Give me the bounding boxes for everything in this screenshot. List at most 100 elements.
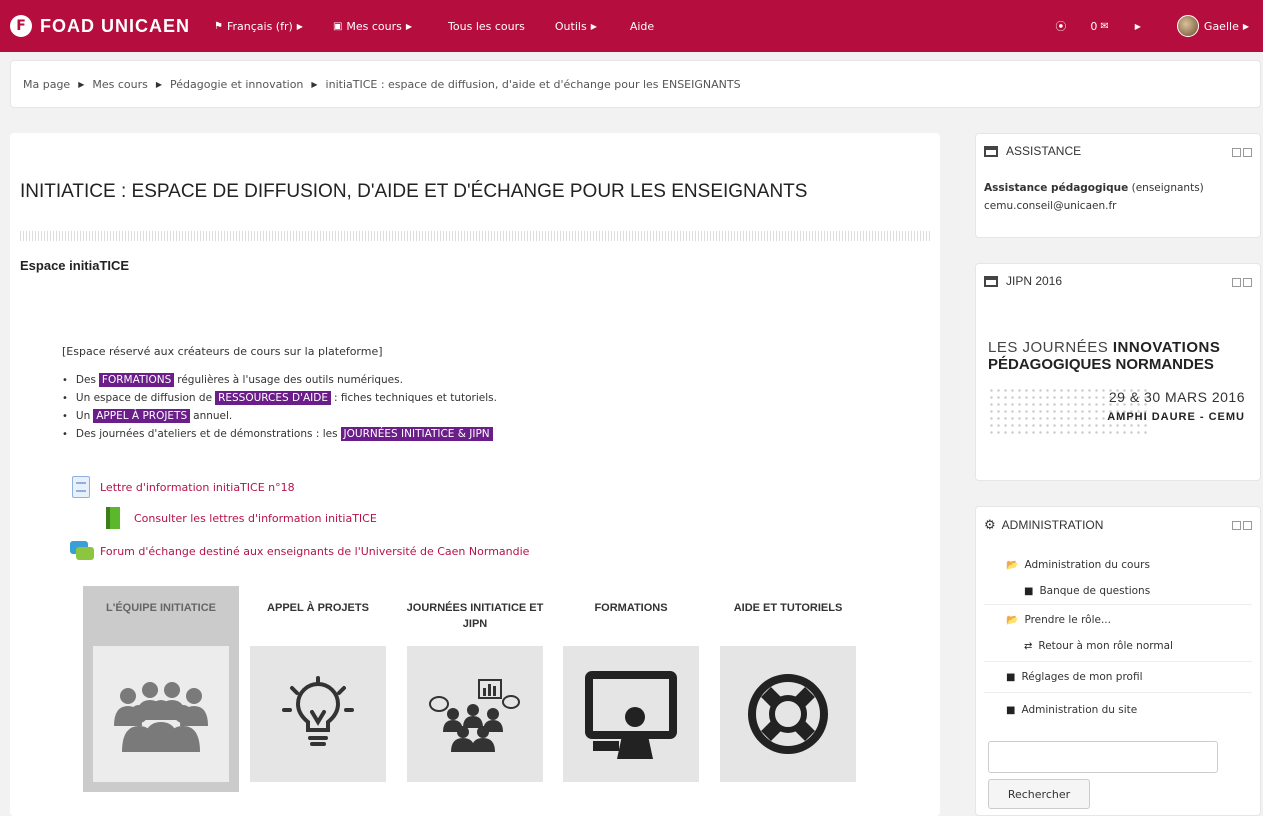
nav-tools-menu[interactable]: Outils ▶ <box>555 20 597 33</box>
team-icon <box>93 646 229 782</box>
banner-line2: PÉDAGOGIQUES NORMANDES <box>988 356 1214 373</box>
collapse-icon[interactable] <box>1232 148 1241 157</box>
presentation-icon <box>563 646 699 782</box>
nav-my-courses-menu[interactable]: ▣ Mes cours ▶ <box>333 20 412 33</box>
nav-help-link[interactable]: Aide <box>630 20 654 33</box>
block-header: JIPN 2016 <box>984 274 1062 288</box>
list-item-text: : fiches techniques et tutoriels. <box>333 392 497 404</box>
file-icon <box>72 476 90 498</box>
lifebuoy-nav-icon[interactable]: ⦿ <box>1055 18 1066 34</box>
tile-call-for-projects[interactable]: APPEL À PROJETS <box>240 586 396 792</box>
brand-name: FOAD UNICAEN <box>40 15 190 36</box>
breadcrumb: Ma page ▶ Mes cours ▶ Pédagogie et innov… <box>10 60 1261 108</box>
brand-link[interactable]: F FOAD UNICAEN <box>10 15 190 37</box>
list-item: Un espace de diffusion de RESSOURCES D'A… <box>62 389 497 407</box>
collapse-icon[interactable] <box>1232 278 1241 287</box>
caret-right-icon: ▶ <box>1242 21 1249 31</box>
section-intro: [Espace réservé aux créateurs de cours s… <box>62 345 383 358</box>
newsletter-resource[interactable]: Lettre d'information initiaTICE n°18 <box>72 476 295 498</box>
messages-menu[interactable]: 0 ✉ <box>1090 20 1112 33</box>
admin-tree: 📂 Administration du cours ■ Banque de qu… <box>984 552 1252 727</box>
resources-tag-link[interactable]: RESSOURCES D'AIDE <box>215 391 331 405</box>
caret-right-icon: ▶ <box>1134 21 1141 31</box>
breadcrumb-separator-icon: ▶ <box>155 79 163 89</box>
tile-team[interactable]: L'ÉQUIPE INITIATICE <box>83 586 239 792</box>
admin-search-input[interactable] <box>988 741 1218 773</box>
nav-all-courses-link[interactable]: Tous les cours <box>448 20 525 33</box>
window-icon <box>984 275 998 287</box>
jipn-banner[interactable]: LES JOURNÉES INNOVATIONS PÉDAGOGIQUES NO… <box>988 339 1253 437</box>
banner-line1-light: LES JOURNÉES <box>988 339 1109 356</box>
folder-icon: ■ <box>1006 671 1016 683</box>
tile-help[interactable]: AIDE ET TUTORIELS <box>710 586 866 792</box>
briefcase-icon: ▣ <box>332 20 343 32</box>
user-menu[interactable]: Gaelle ▶ <box>1176 15 1249 37</box>
journees-tag-link[interactable]: JOURNÉES INITIATICE & JIPN <box>340 427 493 441</box>
breadcrumb-my-courses[interactable]: Mes cours <box>92 78 148 91</box>
nav-my-courses-label: Mes cours <box>346 19 402 33</box>
tile-formations[interactable]: FORMATIONS <box>553 586 709 792</box>
book-link[interactable]: Consulter les lettres d'information init… <box>134 512 377 525</box>
formations-tag-link[interactable]: FORMATIONS <box>98 373 175 387</box>
administration-block: ⚙ ADMINISTRATION 📂 Administration du cou… <box>975 506 1261 816</box>
page-title: INITIATICE : ESPACE DE DIFFUSION, D'AIDE… <box>20 181 808 202</box>
lightbulb-icon <box>250 646 386 782</box>
newsletter-link[interactable]: Lettre d'information initiaTICE n°18 <box>100 481 295 494</box>
breadcrumb-category[interactable]: Pédagogie et innovation <box>170 78 303 91</box>
admin-course-item[interactable]: 📂 Administration du cours <box>1006 552 1252 578</box>
banner-dates: 29 & 30 MARS 2016 <box>1108 389 1245 405</box>
dock-icon[interactable] <box>1243 278 1252 287</box>
banner-line1-bold: INNOVATIONS <box>1112 339 1221 356</box>
dock-icon[interactable] <box>1243 148 1252 157</box>
assistance-email[interactable]: cemu.conseil@unicaen.fr <box>984 200 1116 212</box>
tile-journees[interactable]: JOURNÉES INITIATICE ET JIPN <box>397 586 553 792</box>
book-resource[interactable]: Consulter les lettres d'information init… <box>106 507 377 529</box>
breadcrumb-course[interactable]: initiaTICE : espace de diffusion, d'aide… <box>326 78 741 91</box>
flag-icon: ⚑ <box>214 20 223 32</box>
collapse-icon[interactable] <box>1232 521 1241 530</box>
list-item-text: Un espace de diffusion de <box>75 392 213 404</box>
book-icon <box>106 507 120 529</box>
breadcrumb-my-page[interactable]: Ma page <box>23 78 70 91</box>
folder-icon: ■ <box>1024 585 1034 597</box>
breadcrumb-separator-icon: ▶ <box>78 79 85 89</box>
admin-item-label: Prendre le rôle... <box>1024 614 1111 626</box>
feature-list: Des FORMATIONS régulières à l'usage des … <box>62 371 497 443</box>
nav-language-menu[interactable]: ⚑ Français (fr) ▶ <box>214 20 303 33</box>
folder-open-icon: 📂 <box>1006 559 1019 571</box>
admin-item-label: Réglages de mon profil <box>1021 671 1143 683</box>
profile-settings-item[interactable]: ■ Réglages de mon profil <box>1006 662 1252 692</box>
question-bank-item[interactable]: ■ Banque de questions <box>1024 578 1252 604</box>
tile-label: L'ÉQUIPE INITIATICE <box>106 602 216 614</box>
list-item-text: régulières à l'usage des outils numériqu… <box>177 374 403 386</box>
dock-icon[interactable] <box>1243 521 1252 530</box>
section-divider <box>20 231 930 241</box>
lifebuoy-icon <box>720 646 856 782</box>
banner-line1: LES JOURNÉES INNOVATIONS <box>988 339 1253 356</box>
block-title: JIPN 2016 <box>1006 274 1063 288</box>
course-main-region: INITIATICE : ESPACE DE DIFFUSION, D'AIDE… <box>10 133 940 816</box>
admin-item-label: Administration du site <box>1021 704 1138 716</box>
site-admin-item[interactable]: ■ Administration du site <box>1006 693 1252 727</box>
switch-role-item[interactable]: 📂 Prendre le rôle... <box>1006 605 1252 635</box>
forum-resource[interactable]: Forum d'échange destiné aux enseignants … <box>70 541 529 561</box>
return-role-item[interactable]: ⇄ Retour à mon rôle normal <box>1024 635 1252 657</box>
search-button[interactable]: Rechercher <box>988 779 1090 809</box>
window-icon <box>984 145 998 157</box>
jipn-block: JIPN 2016 LES JOURNÉES INNOVATIONS PÉDAG… <box>975 263 1261 481</box>
gears-icon: ⚙ <box>984 517 996 532</box>
admin-item-label: Administration du cours <box>1024 559 1150 571</box>
caret-right-icon: ▶ <box>296 21 303 31</box>
list-item-text: annuel. <box>193 410 233 422</box>
list-item: Des FORMATIONS régulières à l'usage des … <box>62 371 497 389</box>
messages-caret[interactable]: ▶ <box>1135 22 1141 31</box>
call-for-projects-tag-link[interactable]: APPEL À PROJETS <box>93 409 191 423</box>
block-controls <box>1232 521 1252 530</box>
admin-item-label: Banque de questions <box>1039 585 1151 597</box>
forum-link[interactable]: Forum d'échange destiné aux enseignants … <box>100 545 529 558</box>
nav-help-label: Aide <box>629 19 655 33</box>
block-controls <box>1232 148 1252 157</box>
block-title: ASSISTANCE <box>1006 144 1082 158</box>
breadcrumb-separator-icon: ▶ <box>311 79 318 89</box>
tile-label: FORMATIONS <box>594 602 668 614</box>
